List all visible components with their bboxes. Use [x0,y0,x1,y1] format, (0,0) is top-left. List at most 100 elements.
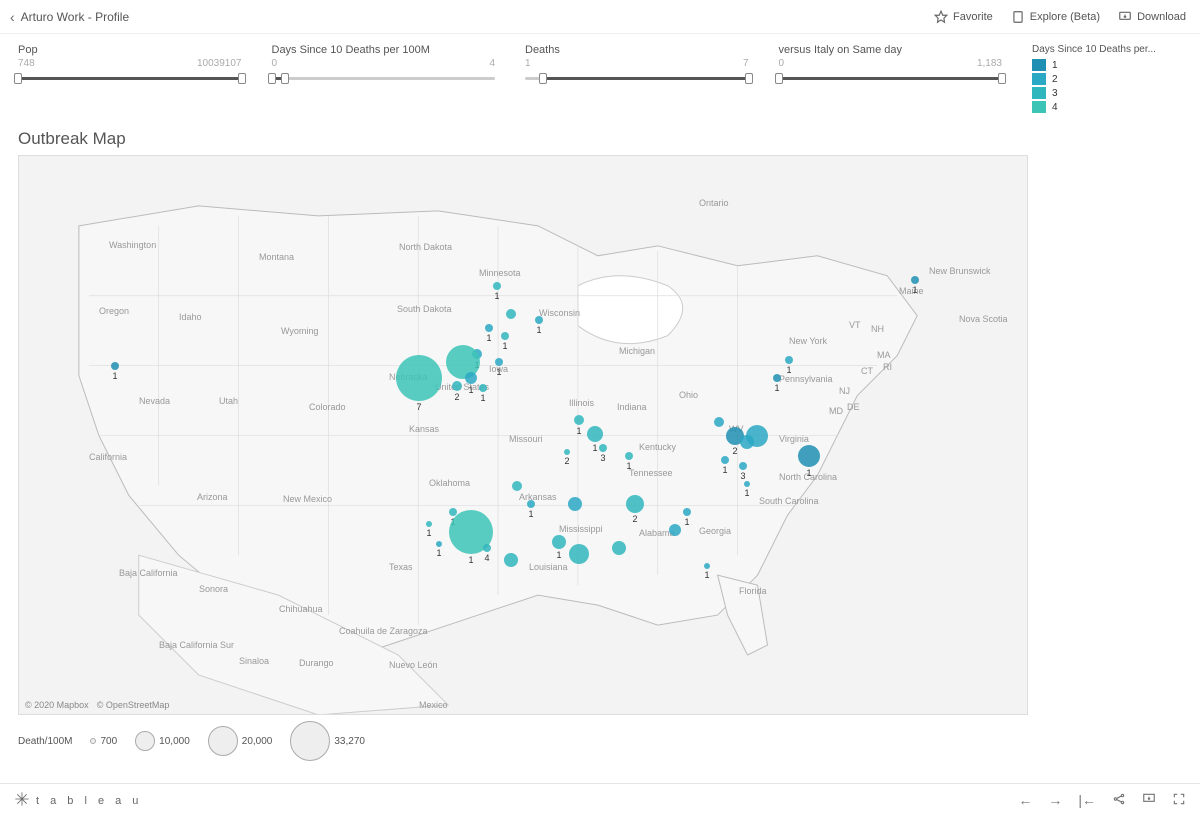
filter-2: Deaths 17 [525,44,749,115]
size-legend-item: 20,000 [208,726,273,756]
tablet-icon [1011,10,1025,24]
filter-3: versus Italy on Same day 01,183 [779,44,1003,115]
filter-label: Pop [18,44,242,56]
size-circle-icon [290,721,330,761]
data-bubble[interactable] [436,541,442,547]
osm-credit[interactable]: © OpenStreetMap [97,700,170,710]
data-bubble[interactable] [744,481,750,487]
data-bubble[interactable] [739,462,747,470]
slider-handle-right[interactable] [281,73,289,84]
data-bubble[interactable] [504,553,518,567]
filter-range: 17 [525,58,749,69]
fullscreen-icon[interactable] [1172,792,1186,809]
tableau-logo[interactable]: t a b l e a u [14,791,142,810]
data-bubble[interactable] [612,541,626,555]
data-bubble[interactable] [426,521,432,527]
download-button[interactable]: Download [1118,10,1186,24]
data-bubble[interactable] [746,425,768,447]
share-icon[interactable] [1112,792,1126,809]
data-bubble[interactable] [714,417,724,427]
map[interactable]: WashingtonMontanaNorth DakotaMinnesotaOr… [18,155,1028,715]
slider-handle-right[interactable] [998,73,1006,84]
data-bubble[interactable] [501,332,509,340]
content: Pop 74810039107 Days Since 10 Deaths per… [0,34,1200,761]
slider-handle-left[interactable] [14,73,22,84]
data-bubble[interactable] [527,500,535,508]
data-bubble[interactable] [625,452,633,460]
data-bubble[interactable] [626,495,644,513]
data-bubble[interactable] [465,372,477,384]
size-legend-item: 10,000 [135,731,190,751]
data-bubble[interactable] [452,381,462,391]
data-bubble[interactable] [568,497,582,511]
slider-handle-left[interactable] [268,73,276,84]
data-bubble[interactable] [798,445,820,467]
top-bar: ‹ Arturo Work - Profile Favorite Explore… [0,0,1200,34]
legend-swatch [1032,87,1046,99]
explore-button[interactable]: Explore (Beta) [1011,10,1100,24]
data-bubble[interactable] [485,324,493,332]
slider-handle-left[interactable] [775,73,783,84]
legend-item[interactable]: 4 [1032,101,1182,113]
data-bubble[interactable] [587,426,603,442]
size-legend-item: 33,270 [290,721,365,761]
slider[interactable] [18,71,242,85]
undo-icon[interactable]: ← [1018,792,1032,809]
legend-swatch [1032,101,1046,113]
chevron-left-icon: ‹ [10,9,15,25]
redo-icon[interactable]: → [1048,792,1062,809]
slider[interactable] [525,71,749,85]
data-bubble[interactable] [911,276,919,284]
legend-swatch [1032,59,1046,71]
data-bubble[interactable] [483,544,491,552]
legend-item[interactable]: 1 [1032,59,1182,71]
legend-item[interactable]: 3 [1032,87,1182,99]
data-bubble[interactable] [669,524,681,536]
data-bubble[interactable] [569,544,589,564]
slider-handle-left[interactable] [539,73,547,84]
data-bubble[interactable] [506,309,516,319]
top-actions: Favorite Explore (Beta) Download [934,10,1186,24]
slider[interactable] [779,71,1003,85]
data-bubble[interactable] [111,362,119,370]
tableau-mark-icon [14,791,30,810]
legend-swatch [1032,73,1046,85]
mapbox-credit[interactable]: © 2020 Mapbox [25,700,89,710]
filter-range: 04 [272,58,496,69]
data-bubble[interactable] [564,449,570,455]
data-bubble[interactable] [599,444,607,452]
filter-range: 01,183 [779,58,1003,69]
filter-label: Days Since 10 Deaths per 100M [272,44,496,56]
legend-item[interactable]: 2 [1032,73,1182,85]
data-bubble[interactable] [479,384,487,392]
slider[interactable] [272,71,496,85]
download-toolbar-icon[interactable] [1142,792,1156,809]
data-bubble[interactable] [396,355,442,401]
slider-handle-right[interactable] [745,73,753,84]
data-bubble[interactable] [495,358,503,366]
data-bubble[interactable] [704,563,710,569]
size-legend: Death/100M 70010,00020,00033,270 [18,721,1182,761]
filter-range: 74810039107 [18,58,242,69]
filter-label: versus Italy on Same day [779,44,1003,56]
data-bubble[interactable] [785,356,793,364]
data-bubble[interactable] [683,508,691,516]
data-bubble[interactable] [552,535,566,549]
data-bubble[interactable] [493,282,501,290]
data-bubble[interactable] [574,415,584,425]
bottom-bar: t a b l e a u ← → |← [0,783,1200,817]
filters-row: Pop 74810039107 Days Since 10 Deaths per… [18,44,1182,115]
breadcrumb[interactable]: ‹ Arturo Work - Profile [10,9,129,25]
slider-handle-right[interactable] [238,73,246,84]
data-bubble[interactable] [773,374,781,382]
reset-icon[interactable]: |← [1078,792,1096,809]
data-bubble[interactable] [535,316,543,324]
legend-title: Days Since 10 Deaths per... [1032,44,1182,55]
breadcrumb-text: Arturo Work - Profile [21,10,129,24]
download-icon [1118,10,1132,24]
size-circle-icon [208,726,238,756]
data-bubble[interactable] [512,481,522,491]
favorite-button[interactable]: Favorite [934,10,993,24]
filter-1: Days Since 10 Deaths per 100M 04 [272,44,496,115]
data-bubble[interactable] [721,456,729,464]
